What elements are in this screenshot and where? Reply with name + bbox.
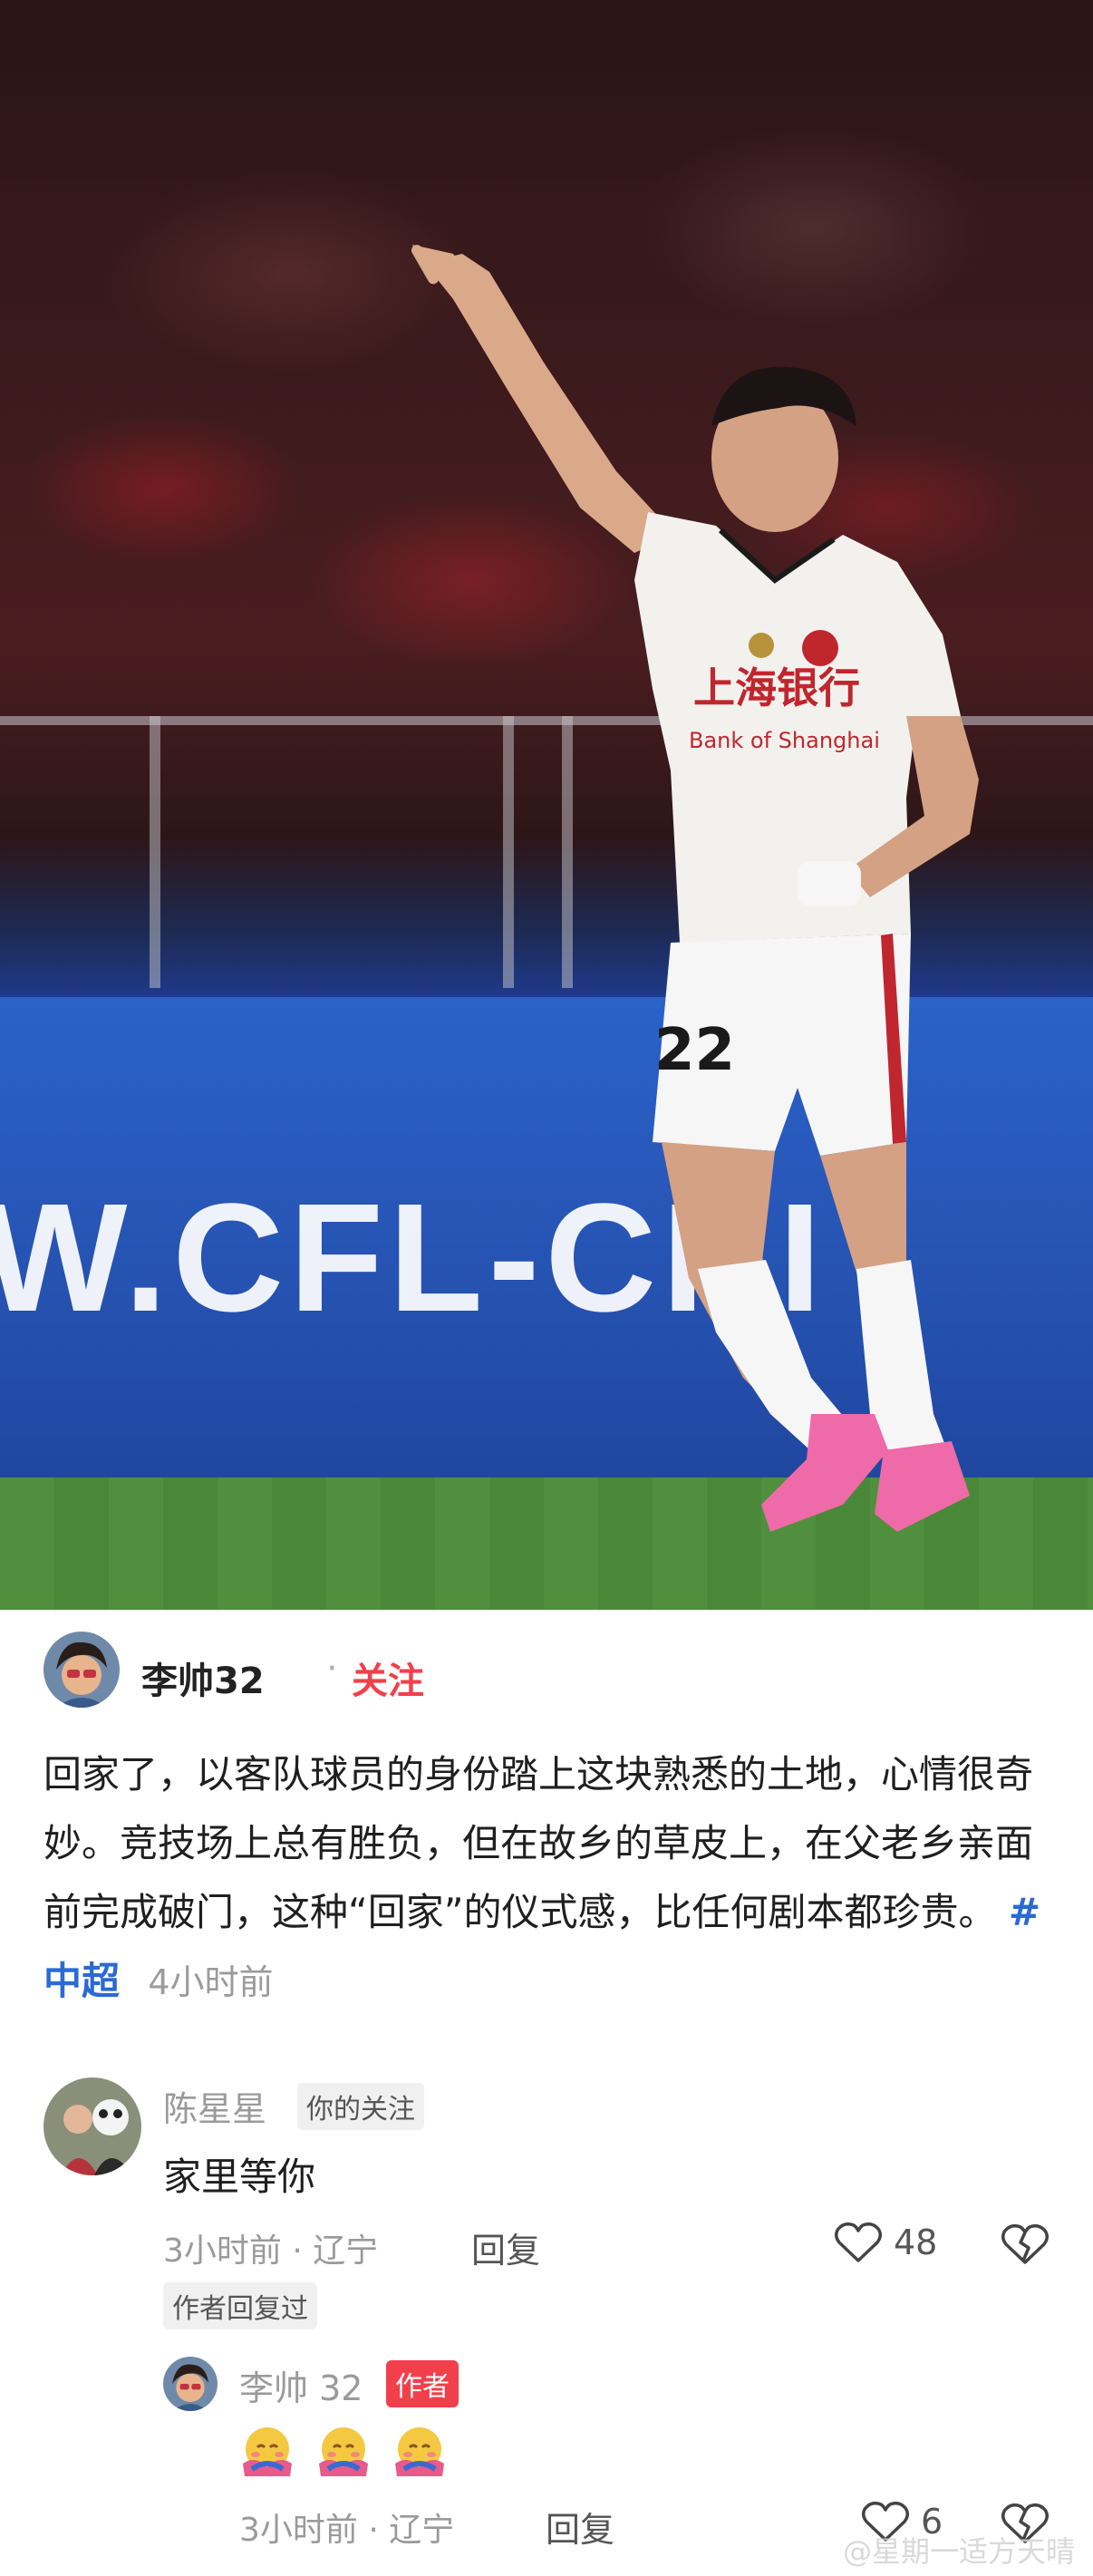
author-tag: 作者	[386, 2360, 459, 2407]
author-replied-tag: 作者回复过	[163, 2282, 317, 2329]
player-figure: 上海银行 Bank of Shanghai 22	[411, 245, 979, 1532]
avatar-image	[44, 2077, 141, 2175]
comment-meta: 3小时前 · 辽宁	[163, 2232, 379, 2270]
watermark: @星期一适方天晴	[842, 2534, 1075, 2569]
commenter-avatar[interactable]	[44, 2077, 141, 2175]
hug-emoji	[395, 2427, 444, 2476]
post-text: 回家了，以客队球员的身份踏上这块熟悉的土地，心情很奇妙。竞技场上总有胜负，但在故…	[44, 1752, 1034, 1934]
avatar-image	[163, 2357, 218, 2411]
avatar-image	[44, 1632, 120, 1708]
post-body: 回家了，以客队球员的身份踏上这块熟悉的土地，心情很奇妙。竞技场上总有胜负，但在故…	[44, 1740, 1049, 2017]
shirt-sponsor-cn: 上海银行	[693, 663, 860, 712]
like-button[interactable]: 48	[834, 2221, 937, 2264]
post-author-row: 李帅32 · 关注	[44, 1632, 1049, 1708]
following-tag: 你的关注	[297, 2083, 424, 2130]
heart-icon	[835, 2222, 882, 2262]
hug-emoji	[319, 2427, 368, 2476]
name-separator: ·	[326, 1648, 338, 1690]
author-avatar[interactable]	[44, 1632, 120, 1708]
reply-button[interactable]: 回复	[546, 2502, 614, 2552]
comment-text: 家里等你	[163, 2155, 316, 2199]
post-photo[interactable]: W.CFL-CHI 上海银行 Bank of Shanghai 22	[0, 0, 1093, 1610]
hug-emoji	[243, 2427, 292, 2476]
dislike-button[interactable]	[1001, 2223, 1049, 2270]
shorts-number: 22	[654, 1017, 735, 1084]
author-name[interactable]: 李帅32	[141, 1651, 265, 1704]
reply-author-name[interactable]: 李帅 32	[239, 2360, 363, 2410]
like-count: 48	[894, 2223, 938, 2262]
commenter-name[interactable]: 陈星星	[163, 2081, 266, 2131]
reply-meta: 3小时前 · 辽宁	[239, 2512, 455, 2549]
follow-button[interactable]: 关注	[352, 1651, 424, 1704]
broken-heart-icon	[1001, 2223, 1049, 2264]
shirt-sponsor-en: Bank of Shanghai	[689, 728, 880, 753]
post-time: 4小时前	[148, 1962, 274, 2002]
reply-button[interactable]: 回复	[471, 2223, 540, 2272]
reply-author-avatar[interactable]	[163, 2357, 218, 2411]
reply-emoji-row	[239, 2422, 448, 2478]
